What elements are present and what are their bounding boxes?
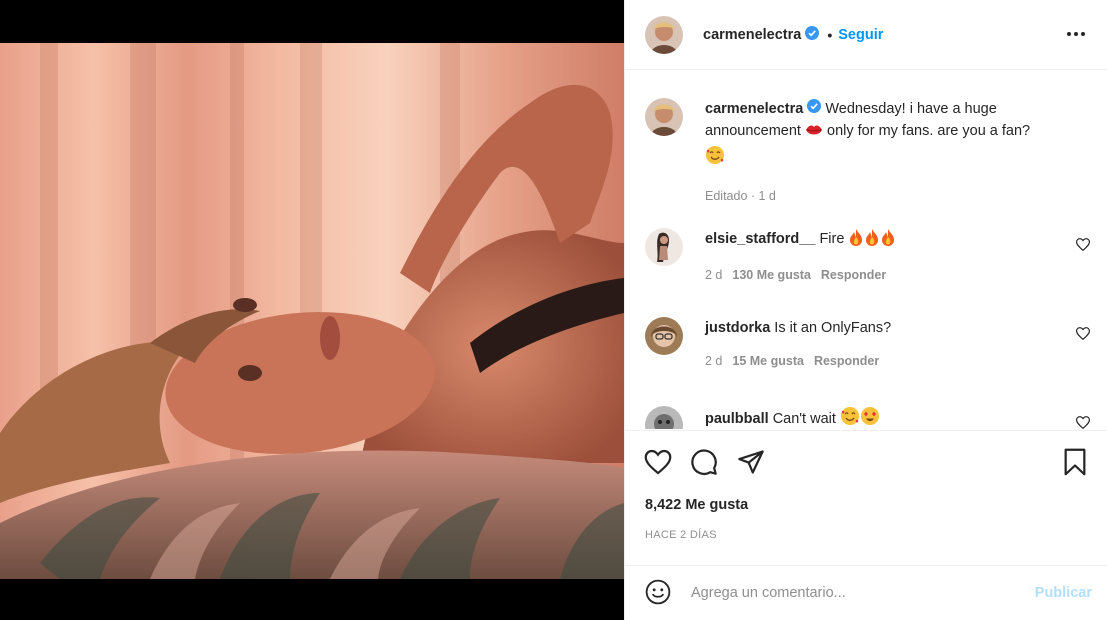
like-comment-heart-icon[interactable] (1075, 238, 1091, 254)
caption-meta: Editado · 1 d (705, 189, 776, 204)
smiling-face-with-hearts-icon (705, 145, 725, 172)
caption-avatar[interactable] (645, 98, 683, 136)
caption: carmenelectra Wednesday! i have a huge a… (645, 98, 1090, 208)
fire-icon (880, 228, 896, 253)
comment-meta: 2 d 15 Me gusta Responder (705, 353, 1062, 369)
author-avatar[interactable] (645, 15, 683, 54)
comment-username[interactable]: justdorka (705, 320, 770, 336)
save-bookmark-icon[interactable] (1060, 447, 1090, 477)
fire-icon (848, 228, 864, 253)
author-username[interactable]: carmenelectra (703, 27, 801, 43)
commenter-avatar[interactable] (645, 228, 683, 266)
comments-list[interactable]: carmenelectra Wednesday! i have a huge a… (625, 71, 1107, 429)
reply-button[interactable]: Responder (821, 268, 886, 282)
comment-body: paulbball Can't wait (705, 406, 1062, 429)
publish-button[interactable]: Publicar (1035, 585, 1092, 601)
comment-input[interactable] (691, 585, 1011, 601)
kiss-lips-icon (805, 122, 823, 145)
comment-text: Can't wait (772, 411, 836, 427)
commenter-avatar[interactable] (645, 317, 683, 355)
caption-body: carmenelectra Wednesday! i have a huge a… (705, 98, 1062, 204)
like-heart-icon[interactable] (643, 447, 673, 477)
comment-time: 2 d (705, 268, 723, 282)
commenter-avatar[interactable] (645, 406, 683, 429)
comment-item: justdorka Is it an OnlyFans? 2 d 15 Me gu… (645, 317, 1091, 387)
smiling-face-with-hearts-icon (840, 406, 860, 429)
actions-divider (625, 430, 1107, 431)
comment-body: justdorka Is it an OnlyFans? 2 d 15 Me gu… (705, 317, 1062, 369)
comment-username[interactable]: elsie_stafford__ (705, 231, 815, 247)
comment-text: Is it an OnlyFans? (774, 320, 892, 336)
heart-eyes-icon (860, 406, 880, 429)
comment-likes[interactable]: 130 Me gusta (732, 268, 811, 282)
post-header: carmenelectra • Seguir (625, 0, 1107, 70)
comment-bubble-icon[interactable] (689, 447, 719, 477)
instagram-post: carmenelectra • Seguir carmenelectra Wed… (0, 0, 1107, 620)
fire-icon (864, 228, 880, 253)
emoji-picker-icon[interactable] (645, 579, 671, 608)
comment-item: elsie_stafford__ Fire 2 d 130 Me gusta Res… (645, 228, 1091, 298)
post-media (0, 0, 624, 620)
post-photo[interactable] (0, 43, 624, 579)
comment-text: Fire (819, 231, 845, 247)
verified-badge-icon (805, 26, 820, 43)
comment-body: elsie_stafford__ Fire 2 d 130 Me gusta Res… (705, 228, 1062, 283)
like-comment-heart-icon[interactable] (1075, 416, 1091, 429)
share-paper-plane-icon[interactable] (736, 447, 766, 477)
comment-composer: Publicar (625, 566, 1107, 620)
post-actions (643, 447, 1089, 477)
verified-badge-icon (807, 98, 822, 120)
comment-username[interactable]: paulbball (705, 411, 769, 427)
separator-dot: • (827, 26, 833, 43)
comment-likes[interactable]: 15 Me gusta (732, 354, 804, 368)
more-options-icon[interactable] (1064, 22, 1088, 46)
comment-meta: 2 d 130 Me gusta Responder (705, 267, 1062, 283)
caption-text-2: only for my fans. are you a fan? (827, 123, 1031, 140)
post-panel: carmenelectra • Seguir carmenelectra Wed… (624, 0, 1107, 620)
comment-item: paulbball Can't wait (645, 406, 1091, 429)
post-timestamp[interactable]: HACE 2 DÍAS (645, 529, 717, 541)
caption-username[interactable]: carmenelectra (705, 101, 803, 117)
follow-button[interactable]: Seguir (838, 27, 883, 43)
reply-button[interactable]: Responder (814, 354, 879, 368)
comment-time: 2 d (705, 354, 723, 368)
like-comment-heart-icon[interactable] (1075, 327, 1091, 343)
likes-count[interactable]: 8,422 Me gusta (645, 497, 748, 513)
